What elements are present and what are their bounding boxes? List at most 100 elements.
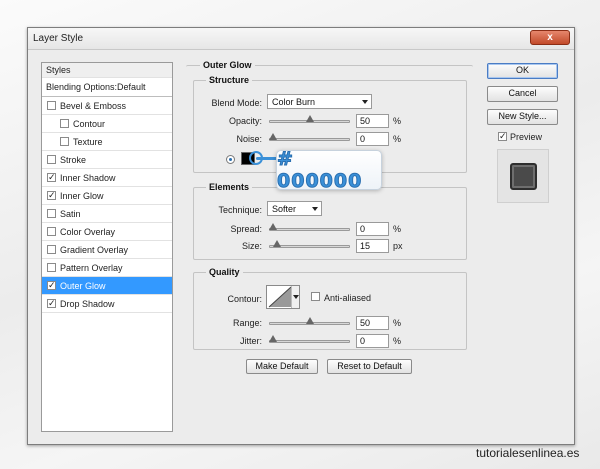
close-icon: x: [547, 32, 553, 43]
contour-label: Contour:: [227, 294, 262, 304]
style-item-label: Stroke: [60, 155, 87, 165]
ok-button[interactable]: OK: [487, 63, 558, 79]
style-item-label: Contour: [73, 119, 106, 129]
style-item-label: Bevel & Emboss: [60, 101, 127, 111]
color-hex-callout: # 000000: [276, 148, 382, 193]
opacity-unit: %: [393, 116, 402, 126]
style-item-inner-shadow[interactable]: ✓ Inner Shadow: [42, 169, 172, 187]
style-checkbox[interactable]: ✓: [47, 281, 56, 290]
style-checkbox[interactable]: [47, 227, 56, 236]
quality-title: Quality: [206, 267, 243, 277]
structure-title: Structure: [206, 75, 253, 85]
chevron-down-icon: [312, 207, 318, 211]
style-preview: [497, 149, 549, 203]
blending-options-item[interactable]: Blending Options:Default: [42, 78, 172, 97]
contour-picker[interactable]: [266, 285, 300, 309]
style-item-outer-glow[interactable]: ✓ Outer Glow: [42, 277, 172, 295]
style-item-satin[interactable]: Satin: [42, 205, 172, 223]
size-slider[interactable]: [269, 240, 350, 248]
style-item-stroke[interactable]: Stroke: [42, 151, 172, 169]
style-item-label: Color Overlay: [60, 227, 116, 237]
reset-to-default-button[interactable]: Reset to Default: [327, 359, 412, 374]
style-item-contour[interactable]: Contour: [42, 115, 172, 133]
style-item-bevel-emboss[interactable]: Bevel & Emboss: [42, 97, 172, 115]
spread-unit: %: [393, 224, 402, 234]
make-default-button[interactable]: Make Default: [246, 359, 318, 374]
noise-label: Noise:: [236, 134, 262, 144]
preview-checkbox[interactable]: ✓: [498, 132, 507, 141]
range-unit: %: [393, 318, 402, 328]
style-checkbox[interactable]: [60, 137, 69, 146]
blend-mode-dropdown[interactable]: Color Burn: [267, 94, 372, 109]
styles-header[interactable]: Styles: [42, 63, 172, 78]
range-slider[interactable]: [269, 317, 350, 325]
cancel-button[interactable]: Cancel: [487, 86, 558, 102]
opacity-slider[interactable]: [269, 115, 350, 123]
color-radio[interactable]: [226, 155, 235, 164]
style-item-color-overlay[interactable]: Color Overlay: [42, 223, 172, 241]
range-slider-thumb[interactable]: [305, 317, 314, 324]
noise-input[interactable]: 0: [356, 132, 389, 146]
jitter-slider[interactable]: [269, 335, 350, 343]
noise-slider[interactable]: [269, 133, 350, 141]
contour-curve-icon: [268, 286, 292, 308]
range-label: Range:: [232, 318, 262, 328]
layer-style-dialog: Layer Style x Styles Blending Options:De…: [27, 27, 575, 445]
anti-aliased-checkbox[interactable]: [311, 292, 320, 301]
technique-label: Technique:: [218, 205, 262, 215]
style-checkbox[interactable]: ✓: [47, 173, 56, 182]
size-unit: px: [393, 241, 403, 251]
spread-slider-thumb[interactable]: [269, 223, 277, 230]
style-checkbox[interactable]: [47, 209, 56, 218]
blend-mode-label: Blend Mode:: [211, 98, 262, 108]
size-slider-thumb[interactable]: [273, 240, 282, 247]
size-input[interactable]: 15: [356, 239, 389, 253]
style-item-label: Drop Shadow: [60, 299, 115, 309]
outer-glow-title: Outer Glow: [200, 60, 255, 70]
range-input[interactable]: 50: [356, 316, 389, 330]
preview-label: Preview: [510, 132, 543, 142]
elements-title: Elements: [206, 182, 253, 192]
jitter-label: Jitter:: [239, 336, 262, 346]
noise-slider-thumb[interactable]: [269, 133, 277, 140]
style-item-label: Inner Glow: [60, 191, 104, 201]
jitter-slider-thumb[interactable]: [269, 335, 277, 342]
anti-aliased-label: Anti-aliased: [324, 293, 372, 303]
style-checkbox[interactable]: [47, 245, 56, 254]
style-item-inner-glow[interactable]: ✓ Inner Glow: [42, 187, 172, 205]
style-item-label: Outer Glow: [60, 281, 106, 291]
style-checkbox[interactable]: [60, 119, 69, 128]
style-checkbox[interactable]: [47, 263, 56, 272]
style-item-label: Inner Shadow: [60, 173, 116, 183]
style-checkbox[interactable]: ✓: [47, 299, 56, 308]
spread-slider[interactable]: [269, 223, 350, 231]
style-checkbox[interactable]: [47, 101, 56, 110]
style-checkbox[interactable]: [47, 155, 56, 164]
style-item-label: Texture: [73, 137, 103, 147]
chevron-down-icon: [362, 100, 368, 104]
style-item-label: Pattern Overlay: [60, 263, 123, 273]
watermark: tutorialesenlinea.es: [476, 446, 580, 460]
spread-input[interactable]: 0: [356, 222, 389, 236]
opacity-label: Opacity:: [228, 116, 262, 126]
style-item-label: Gradient Overlay: [60, 245, 129, 255]
close-button[interactable]: x: [530, 30, 570, 45]
style-item-drop-shadow[interactable]: ✓ Drop Shadow: [42, 295, 172, 313]
style-item-label: Satin: [60, 209, 81, 219]
style-checkbox[interactable]: ✓: [47, 191, 56, 200]
technique-dropdown[interactable]: Softer: [267, 201, 322, 216]
callout-ring: [249, 151, 263, 165]
size-label: Size:: [241, 241, 262, 251]
opacity-input[interactable]: 50: [356, 114, 389, 128]
preview-thumbnail: [509, 162, 537, 190]
new-style-button[interactable]: New Style...: [487, 109, 558, 125]
opacity-slider-thumb[interactable]: [305, 115, 314, 122]
style-item-gradient-overlay[interactable]: Gradient Overlay: [42, 241, 172, 259]
style-item-pattern-overlay[interactable]: Pattern Overlay: [42, 259, 172, 277]
jitter-input[interactable]: 0: [356, 334, 389, 348]
color-hex-text: # 000000: [277, 148, 363, 193]
spread-label: Spread:: [230, 224, 262, 234]
style-item-texture[interactable]: Texture: [42, 133, 172, 151]
noise-unit: %: [393, 134, 402, 144]
chevron-down-icon: [293, 295, 299, 299]
